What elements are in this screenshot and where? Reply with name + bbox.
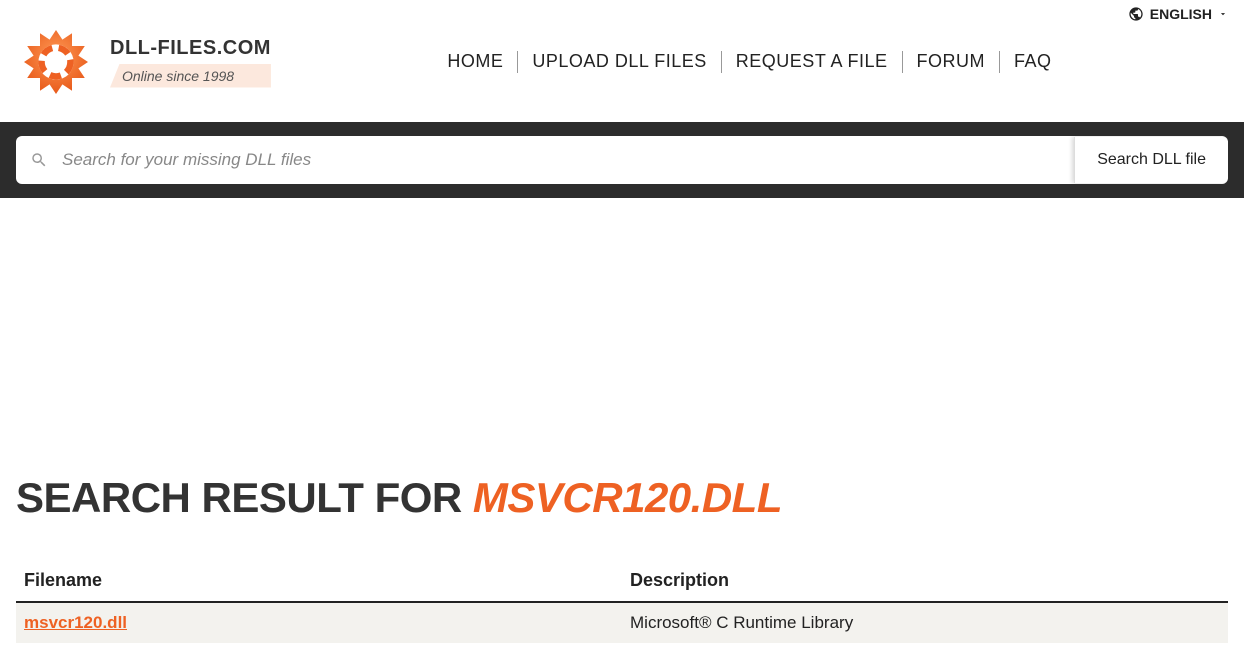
search-button[interactable]: Search DLL file	[1074, 137, 1228, 183]
main-content: SEARCH RESULT FOR MSVCR120.DLL Filename …	[0, 198, 1244, 659]
results-heading-prefix: SEARCH RESULT FOR	[16, 474, 473, 521]
language-label: ENGLISH	[1150, 6, 1212, 22]
top-bar: ENGLISH	[0, 0, 1244, 22]
table-row: msvcr120.dll Microsoft® C Runtime Librar…	[16, 602, 1228, 643]
chevron-down-icon	[1218, 9, 1228, 19]
column-description: Description	[622, 562, 1228, 602]
search-bar: Search DLL file	[16, 136, 1228, 184]
language-selector[interactable]: ENGLISH	[1128, 6, 1228, 22]
nav-faq[interactable]: FAQ	[1000, 51, 1066, 73]
nav-upload[interactable]: UPLOAD DLL FILES	[518, 51, 721, 73]
tagline: Online since 1998	[110, 64, 271, 88]
search-icon	[16, 151, 62, 169]
column-filename: Filename	[16, 562, 622, 602]
results-heading: SEARCH RESULT FOR MSVCR120.DLL	[16, 474, 1228, 522]
results-table: Filename Description msvcr120.dll Micros…	[16, 562, 1228, 643]
nav-request[interactable]: REQUEST A FILE	[722, 51, 903, 73]
result-filename-link[interactable]: msvcr120.dll	[24, 613, 127, 632]
search-bar-wrapper: Search DLL file	[0, 122, 1244, 198]
result-description: Microsoft® C Runtime Library	[622, 602, 1228, 643]
nav-home[interactable]: HOME	[433, 51, 518, 73]
site-name[interactable]: DLL-FILES.COM	[110, 37, 271, 60]
search-input[interactable]	[62, 136, 1074, 184]
brand-text: DLL-FILES.COM Online since 1998	[110, 37, 271, 88]
logo-icon[interactable]	[16, 22, 96, 102]
logo-section: DLL-FILES.COM Online since 1998	[16, 22, 271, 102]
main-nav: HOME UPLOAD DLL FILES REQUEST A FILE FOR…	[271, 51, 1228, 73]
nav-forum[interactable]: FORUM	[903, 51, 1001, 73]
results-query: MSVCR120.DLL	[473, 474, 782, 521]
globe-icon	[1128, 6, 1144, 22]
header: DLL-FILES.COM Online since 1998 HOME UPL…	[0, 22, 1244, 122]
